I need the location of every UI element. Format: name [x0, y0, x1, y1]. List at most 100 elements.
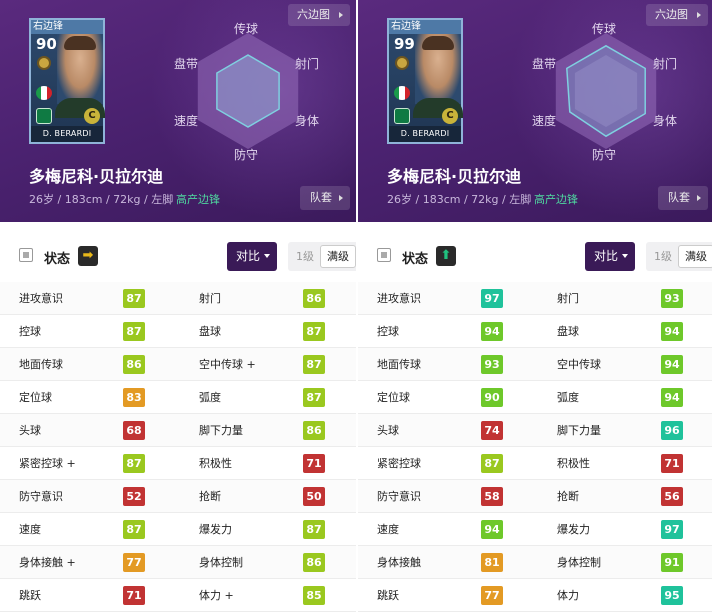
- stat-value-badge: 87: [123, 289, 145, 308]
- stat-value-badge: 74: [481, 421, 503, 440]
- stat-row: 防守意识 52 抢断 50: [0, 480, 356, 513]
- player-bio: 26岁 / 183cm / 72kg / 左脚: [29, 193, 174, 206]
- stat-value-badge: 94: [661, 388, 683, 407]
- stat-value-badge: 68: [123, 421, 145, 440]
- stat-name: 盘球: [199, 325, 221, 338]
- stat-value-badge: 86: [123, 355, 145, 374]
- player-panel-max: 右边锋 99 C D. BERARDI 六边图 传球 盘带 射门 速度 身体 防…: [358, 0, 712, 616]
- league-badge-icon: [395, 56, 409, 70]
- stats-table: 进攻意识 97 射门 93 控球 94 盘球 94 地面传球 93 空中传球 94 定位球 90 弧度 94 头…: [358, 282, 712, 612]
- compare-button[interactable]: 对比: [585, 242, 635, 271]
- stat-value-badge: 97: [661, 520, 683, 539]
- stat-value-badge: 81: [481, 553, 503, 572]
- stat-name: 紧密控球 +: [19, 457, 76, 470]
- card-grade: C: [84, 108, 100, 124]
- level-max-option[interactable]: 满级: [678, 245, 712, 268]
- comparison-screen: 右边锋 90 C D. BERARDI 六边图 传球 盘带 射门 速度 身体 防…: [0, 0, 712, 616]
- stat-name: 身体接触: [377, 556, 421, 569]
- card-position: 右边锋: [391, 21, 421, 32]
- radar-graphic: [555, 33, 657, 149]
- condition-arrow-icon[interactable]: ➡: [78, 246, 98, 266]
- hexagon-radar: 传球 盘带 射门 速度 身体 防守: [158, 16, 338, 166]
- radar-label-shooting: 射门: [295, 57, 320, 71]
- stat-name: 身体控制: [199, 556, 243, 569]
- chevron-right-icon: [697, 195, 701, 201]
- stat-value-badge: 96: [661, 421, 683, 440]
- player-card[interactable]: 右边锋 99 C D. BERARDI: [387, 18, 463, 144]
- stat-row: 防守意识 58 抢断 56: [358, 480, 712, 513]
- stat-value-badge: 93: [661, 289, 683, 308]
- stat-row: 控球 94 盘球 94: [358, 315, 712, 348]
- player-style-tag[interactable]: 高产边锋: [534, 191, 578, 207]
- stat-value-badge: 71: [123, 586, 145, 605]
- team-kit-button[interactable]: 队套: [300, 186, 350, 210]
- player-style-tag[interactable]: 高产边锋: [176, 191, 220, 207]
- stat-name: 速度: [377, 523, 399, 536]
- stat-name: 空中传球 +: [199, 358, 256, 371]
- radar-label-speed: 速度: [532, 114, 557, 128]
- stat-value-badge: 87: [481, 454, 503, 473]
- stat-value-badge: 86: [303, 553, 325, 572]
- stat-value-badge: 52: [123, 487, 145, 506]
- stat-row: 速度 87 爆发力 87: [0, 513, 356, 546]
- radar-label-defending: 防守: [592, 148, 617, 162]
- level-max-option[interactable]: 满级: [320, 245, 356, 268]
- chevron-down-icon: [264, 254, 270, 258]
- status-label: 状态: [402, 252, 429, 267]
- stat-row: 身体接触 + 77 身体控制 86: [0, 546, 356, 579]
- stat-name: 控球: [377, 325, 399, 338]
- stat-value-badge: 71: [303, 454, 325, 473]
- stat-name: 脚下力量: [199, 424, 243, 437]
- stat-name: 抢断: [557, 490, 579, 503]
- stat-name: 体力 +: [199, 589, 234, 602]
- stat-name: 射门: [557, 292, 579, 305]
- radar-label-physical: 身体: [653, 114, 678, 128]
- stat-name: 体力: [557, 589, 579, 602]
- player-card[interactable]: 右边锋 90 C D. BERARDI: [29, 18, 105, 144]
- league-badge-icon: [37, 56, 51, 70]
- stat-row: 进攻意识 87 射门 86: [0, 282, 356, 315]
- card-position: 右边锋: [33, 21, 63, 32]
- status-toolbar: 状态 ➡ 对比 1级 满级: [0, 222, 356, 290]
- status-label: 状态: [44, 252, 71, 267]
- radar-label-defending: 防守: [234, 148, 259, 162]
- status-toolbar: 状态 ⬆ 对比 1级 满级: [358, 222, 712, 290]
- compare-label: 对比: [594, 249, 619, 263]
- stat-row: 进攻意识 97 射门 93: [358, 282, 712, 315]
- status-icon: [377, 248, 391, 262]
- stat-row: 头球 68 脚下力量 86: [0, 414, 356, 447]
- team-kit-button[interactable]: 队套: [658, 186, 708, 210]
- radar-label-dribbling: 盘带: [174, 57, 199, 71]
- player-full-name: 多梅尼科·贝拉尔迪: [387, 167, 522, 186]
- stat-name: 脚下力量: [557, 424, 601, 437]
- stat-value-badge: 94: [481, 322, 503, 341]
- card-player-name: D. BERARDI: [31, 126, 103, 142]
- stat-name: 积极性: [557, 457, 590, 470]
- stat-name: 身体接触 +: [19, 556, 76, 569]
- chevron-down-icon: [622, 254, 628, 258]
- club-badge-icon: [36, 108, 52, 124]
- level-1-option[interactable]: 1级: [296, 242, 314, 271]
- stat-row: 定位球 90 弧度 94: [358, 381, 712, 414]
- stat-value-badge: 97: [481, 289, 503, 308]
- stat-row: 地面传球 86 空中传球 + 87: [0, 348, 356, 381]
- stat-name: 防守意识: [377, 490, 421, 503]
- chevron-right-icon: [697, 12, 701, 18]
- stat-row: 紧密控球 + 87 积极性 71: [0, 447, 356, 480]
- compare-button[interactable]: 对比: [227, 242, 277, 271]
- card-rating: 99: [394, 35, 415, 53]
- team-kit-label: 队套: [310, 191, 332, 204]
- stat-name: 跳跃: [377, 589, 399, 602]
- stat-value-badge: 93: [481, 355, 503, 374]
- club-badge-icon: [394, 108, 410, 124]
- stat-name: 身体控制: [557, 556, 601, 569]
- stat-name: 跳跃: [19, 589, 41, 602]
- italy-flag-icon: [394, 86, 410, 100]
- stat-value-badge: 87: [303, 322, 325, 341]
- stat-name: 紧密控球: [377, 457, 421, 470]
- stat-name: 盘球: [557, 325, 579, 338]
- level-1-option[interactable]: 1级: [654, 242, 672, 271]
- card-player-name: D. BERARDI: [389, 126, 461, 142]
- condition-arrow-icon[interactable]: ⬆: [436, 246, 456, 266]
- hexagon-radar: 传球 盘带 射门 速度 身体 防守: [516, 16, 696, 166]
